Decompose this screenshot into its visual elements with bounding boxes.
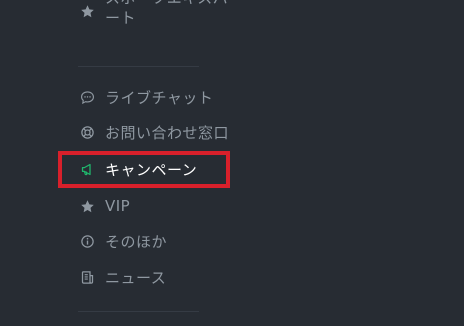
sidebar-item-label: お問い合わせ窓口 [105, 123, 230, 142]
star-icon [78, 2, 96, 20]
sidebar-item-news[interactable]: ニュース [78, 262, 166, 292]
info-icon [78, 232, 96, 250]
star-icon [78, 197, 96, 215]
sidebar-item-campaign[interactable]: キャンペーン [78, 154, 197, 184]
sidebar-item-label: スポーツエキスパ ート [105, 0, 228, 27]
sidebar-item-label: そのほか [105, 232, 168, 251]
chat-bubble-icon [78, 88, 96, 106]
lifebuoy-icon [78, 123, 96, 141]
sidebar-item-contact[interactable]: お問い合わせ窓口 [78, 117, 229, 147]
sidebar-item-vip[interactable]: VIP [78, 191, 130, 221]
sidebar-item-sports-expert[interactable]: スポーツエキスパ ート [78, 0, 228, 28]
menu-divider [78, 66, 199, 67]
newspaper-icon [78, 268, 96, 286]
menu-divider [78, 311, 199, 312]
sidebar-item-label: ライブチャット [105, 88, 214, 107]
sidebar-item-label: VIP [105, 197, 131, 215]
sidebar-item-others[interactable]: そのほか [78, 226, 167, 256]
sidebar-item-label: キャンペーン [105, 160, 198, 179]
megaphone-icon [78, 160, 96, 178]
sidebar-item-live-chat[interactable]: ライブチャット [78, 82, 213, 112]
sidebar-item-label: ニュース [105, 268, 167, 287]
